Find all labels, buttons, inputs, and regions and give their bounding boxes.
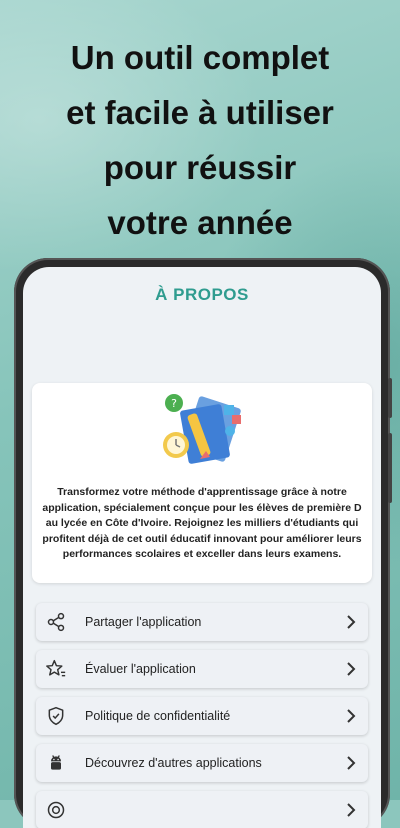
chevron-right-icon — [347, 803, 356, 817]
phone-frame: À PROPOS ? Transformez votre méthode d'a… — [14, 258, 392, 828]
rate-app-button[interactable]: Évaluer l'application — [36, 650, 368, 688]
chevron-right-icon — [347, 615, 356, 629]
share-icon — [45, 611, 67, 633]
star-rate-icon — [45, 658, 67, 680]
menu-item-label: Politique de confidentialité — [85, 709, 231, 723]
share-app-button[interactable]: Partager l'application — [36, 603, 368, 641]
website-button[interactable] — [36, 791, 368, 828]
headline-line-2: et facile à utiliser — [66, 94, 334, 131]
menu-item-label: Évaluer l'application — [85, 662, 196, 676]
about-description: Transformez votre méthode d'apprentissag… — [42, 486, 362, 560]
globe-icon — [45, 799, 67, 821]
menu-item-label: Découvrez d'autres applications — [85, 756, 262, 770]
svg-text:?: ? — [171, 397, 177, 410]
other-apps-button[interactable]: Découvrez d'autres applications — [36, 744, 368, 782]
about-card: ? Transformez votre méthode d'apprentiss… — [32, 383, 372, 583]
chevron-right-icon — [347, 756, 356, 770]
app-screen: À PROPOS ? Transformez votre méthode d'a… — [23, 267, 381, 828]
page-title: À PROPOS — [155, 285, 249, 304]
headline-line-1: Un outil complet — [70, 39, 330, 76]
headline-line-4: votre année — [107, 204, 293, 241]
menu-item-label: Partager l'application — [85, 615, 202, 629]
chevron-right-icon — [347, 709, 356, 723]
volume-button — [388, 378, 392, 418]
chevron-right-icon — [347, 662, 356, 676]
privacy-policy-button[interactable]: Politique de confidentialité — [36, 697, 368, 735]
education-illustration-icon: ? — [163, 394, 241, 464]
power-button — [388, 433, 392, 503]
promo-headline: Un outil complet et facile à utiliser po… — [0, 30, 400, 250]
android-icon — [45, 752, 67, 774]
headline-line-3: pour réussir — [103, 149, 297, 186]
shield-check-icon — [45, 705, 67, 727]
